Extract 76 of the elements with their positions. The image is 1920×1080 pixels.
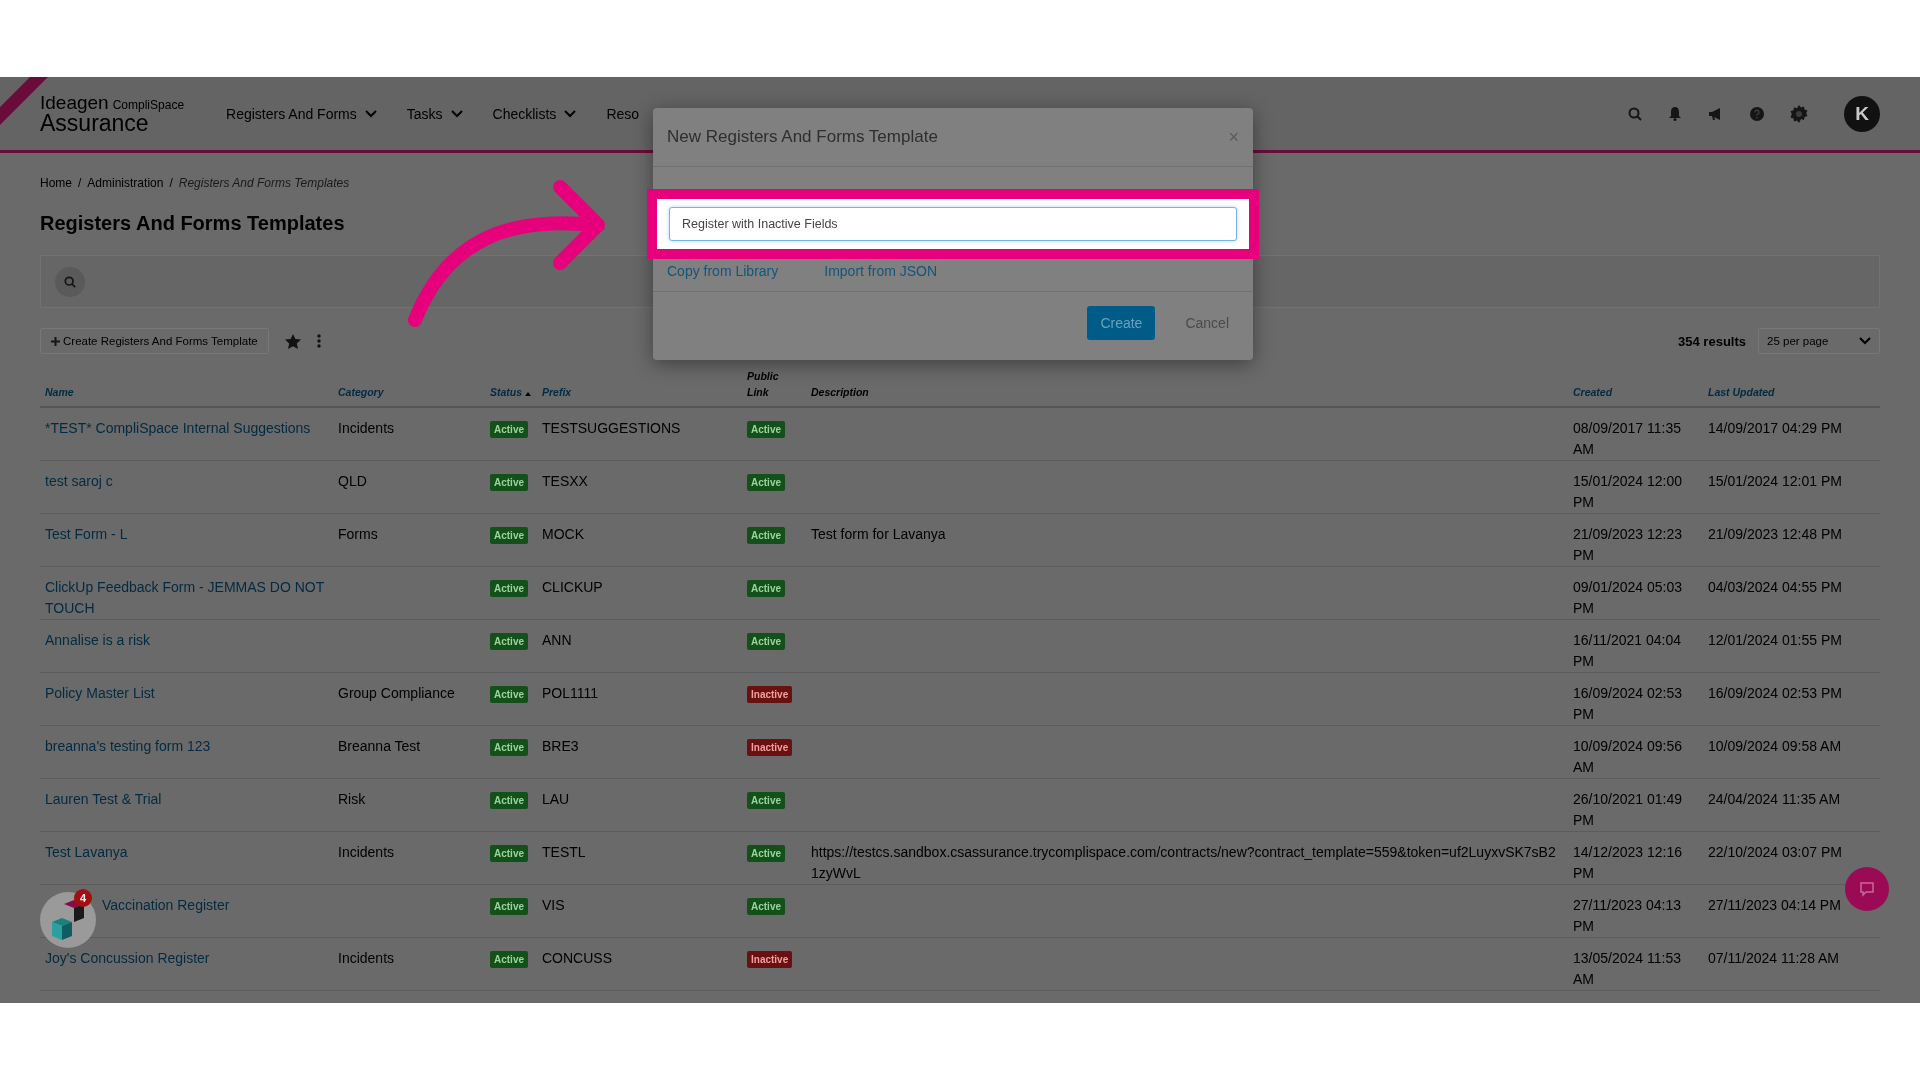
updated-date: 21/09/2023 12:48 PM: [1708, 526, 1842, 542]
created-date: 14/12/2023 12:16 PM: [1573, 844, 1682, 881]
breadcrumb-item: Registers And Forms Templates: [178, 176, 350, 190]
column-header: Description: [811, 385, 869, 400]
public-link-badge: Active: [747, 845, 785, 862]
prefix-text: BRE3: [542, 738, 579, 754]
category-text: Forms: [338, 526, 378, 542]
category-text: Risk: [338, 791, 366, 807]
updated-date: 10/09/2024 09:58 AM: [1708, 738, 1842, 754]
updated-date: 15/01/2024 12:01 PM: [1708, 473, 1842, 489]
created-date: 15/01/2024 12:00 PM: [1573, 473, 1682, 510]
status-badge: Active: [490, 633, 528, 650]
prefix-text: LAU: [542, 791, 570, 807]
public-link-badge: Active: [747, 792, 785, 809]
logo-product: CompliSpace: [112, 97, 185, 112]
modal-title: New Registers And Forms Template: [667, 127, 938, 147]
prefix-text: MOCK: [542, 526, 584, 542]
public-link-badge: Active: [747, 633, 785, 650]
public-link-badge: Inactive: [747, 686, 793, 703]
created-date: 27/11/2023 04:13 PM: [1573, 897, 1681, 934]
created-date: 21/09/2023 12:23 PM: [1573, 526, 1682, 563]
breadcrumb-separator: /: [169, 176, 173, 190]
status-badge: Active: [490, 421, 528, 438]
status-badge: Active: [490, 686, 528, 703]
prefix-text: ANN: [542, 632, 572, 648]
prefix-text: POL1111: [542, 685, 599, 701]
description-text: Test form for Lavanya: [811, 526, 946, 542]
prefix-text: CONCUSS: [542, 950, 612, 966]
updated-date: 04/03/2024 04:55 PM: [1708, 579, 1842, 595]
category-text: Incidents: [338, 950, 395, 966]
breadcrumb-separator: /: [78, 176, 82, 190]
category-text: Incidents: [338, 844, 395, 860]
created-date: 08/09/2017 11:35 AM: [1573, 420, 1681, 457]
prefix-text: CLICKUP: [542, 579, 603, 595]
updated-date: 24/04/2024 11:35 AM: [1708, 791, 1841, 807]
page-title: Registers And Forms Templates: [40, 212, 345, 235]
created-date: 16/11/2021 04:04 PM: [1573, 632, 1681, 669]
public-link-badge: Active: [747, 580, 785, 597]
category-text: Group Compliance: [338, 685, 455, 701]
created-date: 09/01/2024 05:03 PM: [1573, 579, 1682, 616]
prefix-text: TESTSUGGESTIONS: [542, 420, 681, 436]
updated-date: 14/09/2017 04:29 PM: [1708, 420, 1842, 436]
column-header: Public Link: [747, 369, 780, 400]
public-link-badge: Active: [747, 474, 785, 491]
prefix-text: TESXX: [542, 473, 588, 489]
status-badge: Active: [490, 580, 528, 597]
created-date: 26/10/2021 01:49 PM: [1573, 791, 1682, 828]
updated-date: 27/11/2023 04:14 PM: [1708, 897, 1841, 913]
status-badge: Active: [490, 792, 528, 809]
status-badge: Active: [490, 951, 528, 968]
public-link-badge: Active: [747, 898, 785, 915]
public-link-badge: Inactive: [747, 951, 793, 968]
public-link-badge: Active: [747, 421, 785, 438]
public-link-badge: Active: [747, 527, 785, 544]
created-date: 16/09/2024 02:53 PM: [1573, 685, 1682, 722]
updated-date: 22/10/2024 03:07 PM: [1708, 844, 1842, 860]
status-badge: Active: [490, 845, 528, 862]
status-badge: Active: [490, 898, 528, 915]
public-link-badge: Inactive: [747, 739, 793, 756]
status-badge: Active: [490, 474, 528, 491]
updated-date: 16/09/2024 02:53 PM: [1708, 685, 1842, 701]
created-date: 13/05/2024 11:53 AM: [1573, 950, 1681, 987]
prefix-text: TESTL: [542, 844, 586, 860]
category-text: Incidents: [338, 420, 395, 436]
status-badge: Active: [490, 739, 528, 756]
category-text: QLD: [338, 473, 367, 489]
notification-badge: 4: [74, 889, 92, 907]
updated-date: 12/01/2024 01:55 PM: [1708, 632, 1842, 648]
category-text: Breanna Test: [338, 738, 421, 754]
description-text: https://testcs.sandbox.csassurance.trycomplispace.com/contracts/new?contract_template=559&token=uf2LuyxvSK7sB21zyWvL: [811, 844, 1556, 881]
status-badge: Active: [490, 527, 528, 544]
results-count: 354 results: [1678, 333, 1746, 349]
updated-date: 07/11/2024 11:28 AM: [1708, 950, 1840, 966]
prefix-text: VIS: [542, 897, 565, 913]
created-date: 10/09/2024 09:56 AM: [1573, 738, 1682, 775]
logo-brand: Ideagen: [40, 91, 109, 113]
